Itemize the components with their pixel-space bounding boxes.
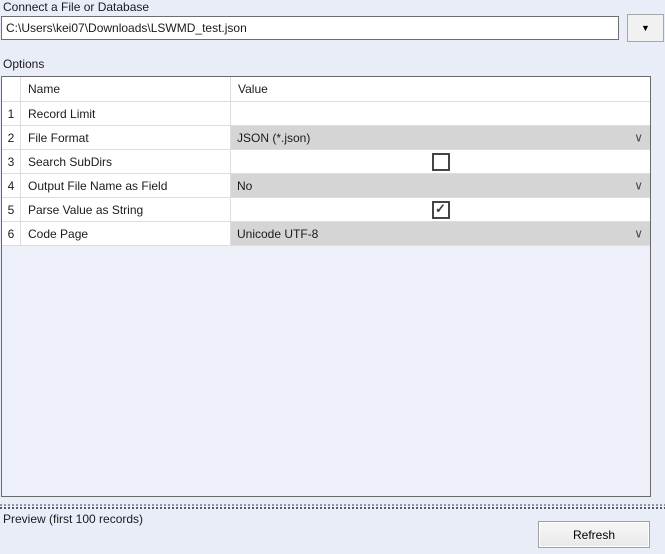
parse-value-as-string-checkbox[interactable]: ✓ [431, 200, 450, 219]
file-path-value: C:\Users\kei07\Downloads\LSWMD_test.json [6, 21, 247, 35]
table-row: 5 Parse Value as String ✓ [2, 198, 650, 222]
option-name: File Format [21, 126, 231, 149]
file-path-input[interactable]: C:\Users\kei07\Downloads\LSWMD_test.json [1, 16, 619, 40]
search-subdirs-checkbox[interactable]: ✓ [431, 152, 450, 171]
chevron-down-icon: ∨ [634, 178, 643, 193]
header-value-cell: Value [231, 77, 650, 101]
row-number: 6 [2, 222, 21, 245]
preview-label: Preview (first 100 records) [3, 512, 144, 526]
table-row: 4 Output File Name as Field No ∨ [2, 174, 650, 198]
file-dropdown-button[interactable]: ▼ [627, 14, 664, 42]
check-icon: ✓ [435, 201, 446, 216]
file-format-dropdown[interactable]: JSON (*.json) ∨ [231, 126, 650, 149]
table-row: 1 Record Limit [2, 102, 650, 126]
file-format-selected-value: JSON (*.json) [237, 130, 311, 145]
option-name: Output File Name as Field [21, 174, 231, 197]
row-number: 2 [2, 126, 21, 149]
output-filename-dropdown[interactable]: No ∨ [231, 174, 650, 197]
record-limit-value-cell[interactable] [231, 102, 650, 125]
row-number: 3 [2, 150, 21, 173]
row-number: 1 [2, 102, 21, 125]
code-page-dropdown[interactable]: Unicode UTF-8 ∨ [231, 222, 650, 245]
option-name: Parse Value as String [21, 198, 231, 221]
chevron-down-icon: ∨ [634, 130, 643, 145]
row-number: 5 [2, 198, 21, 221]
table-row: 2 File Format JSON (*.json) ∨ [2, 126, 650, 150]
options-table: Name Value 1 Record Limit 2 File Format … [1, 76, 651, 497]
refresh-button[interactable]: Refresh [538, 521, 650, 548]
horizontal-splitter[interactable] [0, 503, 665, 511]
chevron-down-icon: ∨ [634, 226, 643, 241]
options-label: Options [3, 57, 45, 71]
row-number: 4 [2, 174, 21, 197]
table-row: 3 Search SubDirs ✓ [2, 150, 650, 174]
option-name: Code Page [21, 222, 231, 245]
option-name: Search SubDirs [21, 150, 231, 173]
connect-file-label: Connect a File or Database [3, 0, 150, 14]
output-filename-selected-value: No [237, 178, 253, 193]
header-name-cell: Name [21, 77, 231, 101]
table-header-row: Name Value [2, 77, 650, 102]
code-page-selected-value: Unicode UTF-8 [237, 226, 319, 241]
header-row-number-cell [2, 77, 21, 101]
option-name: Record Limit [21, 102, 231, 125]
table-row: 6 Code Page Unicode UTF-8 ∨ [2, 222, 650, 246]
dropdown-arrow-icon: ▼ [641, 22, 650, 33]
